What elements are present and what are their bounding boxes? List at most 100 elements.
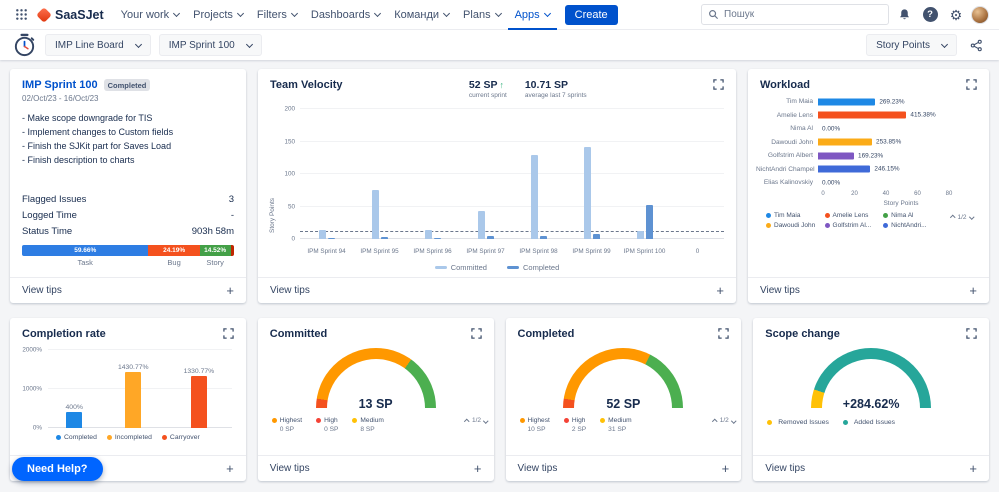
velocity-bar[interactable] <box>530 154 538 239</box>
legend-item-dawoudi-john[interactable]: Dawoudi John <box>766 222 825 229</box>
expand-tips-icon[interactable]: + <box>226 462 234 475</box>
nav-item-dashboards[interactable]: Dashboards <box>304 0 387 30</box>
legend-item-tim-maia[interactable]: Tim Maia <box>766 212 825 219</box>
completion-rate-legend: Completed Incompleted Carryover <box>10 428 246 441</box>
view-tips-link[interactable]: View tips <box>270 285 310 296</box>
settings-gear-icon[interactable]: ⚙ <box>945 4 967 26</box>
distribution-label <box>231 258 234 267</box>
legend-item-nichtandri-[interactable]: NichtAndri... <box>883 222 942 229</box>
velocity-bar[interactable] <box>424 229 432 239</box>
chevron-down-icon[interactable] <box>968 214 974 220</box>
expand-tips-icon[interactable]: + <box>716 284 724 297</box>
velocity-bar[interactable] <box>318 229 326 239</box>
notifications-bell-icon[interactable] <box>893 4 915 26</box>
legend-pagination[interactable]: 1/2 <box>464 417 489 424</box>
user-avatar[interactable] <box>971 5 989 24</box>
velocity-bar[interactable] <box>592 234 600 239</box>
chevron-down-icon[interactable] <box>483 418 489 423</box>
legend-item-incompleted[interactable]: Incompleted <box>106 434 152 441</box>
nav-item-apps[interactable]: Apps <box>508 0 557 30</box>
expand-icon[interactable] <box>966 328 977 339</box>
nav-item-projects[interactable]: Projects <box>186 0 250 30</box>
legend-label: Amelie Lens <box>832 211 869 219</box>
legend-item-medium[interactable]: Medium 8 SP <box>352 417 384 433</box>
expand-icon[interactable] <box>713 79 724 90</box>
view-tips-link[interactable]: View tips <box>760 285 800 296</box>
expand-icon[interactable] <box>966 79 977 90</box>
view-tips-link[interactable]: View tips <box>22 285 62 296</box>
velocity-bar[interactable] <box>583 147 591 239</box>
sprint-title-link[interactable]: IMP Sprint 100 <box>22 79 98 91</box>
completion-bar[interactable] <box>125 372 142 428</box>
help-icon[interactable]: ? <box>919 4 941 26</box>
legend-item-amelie-lens[interactable]: Amelie Lens <box>824 211 884 219</box>
legend-item-highest[interactable]: Highest 0 SP <box>271 417 302 433</box>
expand-icon[interactable] <box>470 328 482 339</box>
nav-item-your-work[interactable]: Your work <box>114 0 187 30</box>
legend-item-medium[interactable]: Medium 31 SP <box>600 417 632 433</box>
chevron-down-icon <box>374 9 382 18</box>
workload-bar[interactable] <box>818 165 871 173</box>
sprint-select[interactable]: IMP Sprint 100 <box>158 34 262 56</box>
chevron-up-icon[interactable] <box>712 419 718 424</box>
legend-item-removed-issues[interactable]: Removed Issues <box>767 419 829 426</box>
card-title: Workload <box>760 79 810 91</box>
view-tips-link[interactable]: View tips <box>270 463 310 474</box>
workload-bar[interactable] <box>818 152 855 160</box>
saasjet-logo[interactable]: SaaSJet <box>36 6 104 23</box>
legend-item[interactable]: Completed <box>506 263 559 272</box>
search-box[interactable] <box>701 4 889 25</box>
chevron-up-icon[interactable] <box>950 215 956 221</box>
share-icon[interactable] <box>965 34 987 56</box>
expand-tips-icon[interactable]: + <box>722 462 730 475</box>
workload-bar[interactable] <box>818 98 876 106</box>
completion-bar[interactable] <box>190 376 207 428</box>
view-tips-link[interactable]: View tips <box>518 463 558 474</box>
velocity-bar[interactable] <box>539 236 547 239</box>
legend-pagination[interactable]: 1/2 <box>712 417 736 424</box>
nav-item-label: Projects <box>193 8 233 21</box>
create-button[interactable]: Create <box>564 4 618 25</box>
expand-icon[interactable] <box>223 328 234 339</box>
need-help-button[interactable]: Need Help? <box>12 457 103 481</box>
chevron-up-icon[interactable] <box>464 419 470 424</box>
board-select-value: IMP Line Board <box>55 39 124 51</box>
legend-pagination[interactable]: 1/2 <box>950 214 974 221</box>
velocity-bar[interactable] <box>486 235 494 239</box>
velocity-bar[interactable] <box>327 237 335 239</box>
workload-bar[interactable] <box>818 111 907 119</box>
expand-icon[interactable] <box>718 328 729 339</box>
velocity-bar[interactable] <box>636 230 644 239</box>
legend-item-completed[interactable]: Completed <box>56 434 97 441</box>
velocity-bar[interactable] <box>433 237 441 239</box>
legend-item-nima-al[interactable]: Nima Al <box>883 212 942 219</box>
nav-item-plans[interactable]: Plans <box>456 0 508 30</box>
sprint-goal: - Finish the SJKit part for Saves Load <box>22 140 172 151</box>
legend-item-high[interactable]: High 0 SP <box>316 417 338 433</box>
search-input[interactable] <box>724 9 882 20</box>
board-select[interactable]: IMP Line Board <box>45 34 151 56</box>
expand-tips-icon[interactable]: + <box>969 284 977 297</box>
expand-tips-icon[interactable]: + <box>474 462 482 475</box>
workload-bar[interactable] <box>818 138 873 146</box>
legend-item-golfstrim-al-[interactable]: Golfstrim Al... <box>824 222 884 229</box>
chevron-down-icon[interactable] <box>731 418 736 423</box>
metric-select[interactable]: Story Points <box>866 34 957 56</box>
legend-item-added-issues[interactable]: Added Issues <box>842 419 895 426</box>
nav-item-filters[interactable]: Filters <box>250 0 304 30</box>
nav-item-команди[interactable]: Команди <box>387 0 456 30</box>
expand-tips-icon[interactable]: + <box>226 284 234 297</box>
expand-tips-icon[interactable]: + <box>969 462 977 475</box>
view-tips-link[interactable]: View tips <box>765 463 805 474</box>
velocity-bar[interactable] <box>477 211 485 239</box>
sprint-stat-row: Status Time 903h 58m <box>22 223 234 239</box>
legend-item[interactable]: Committed <box>434 263 487 272</box>
completion-bar[interactable] <box>66 412 83 428</box>
legend-item-highest[interactable]: Highest 10 SP <box>519 417 550 433</box>
legend-item-carryover[interactable]: Carryover <box>161 434 200 441</box>
app-switcher-icon[interactable] <box>10 4 32 26</box>
velocity-bar[interactable] <box>645 205 653 239</box>
velocity-bar[interactable] <box>371 190 379 239</box>
legend-item-high[interactable]: High 2 SP <box>563 417 586 433</box>
velocity-bar[interactable] <box>380 237 388 239</box>
